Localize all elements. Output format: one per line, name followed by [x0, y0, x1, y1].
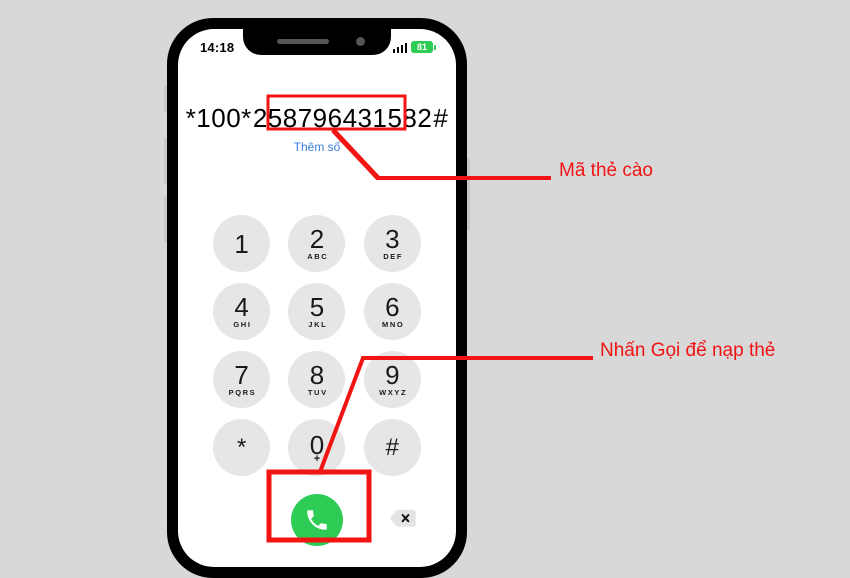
keypad-key-8[interactable]: 8 TUV	[288, 351, 346, 408]
add-number-link[interactable]: Thêm số	[178, 140, 456, 154]
cellular-signal-icon	[392, 42, 407, 53]
call-action-row	[178, 484, 456, 554]
call-button[interactable]	[291, 494, 343, 546]
phone-device-frame: 14:18 81 *100*258796431582# Thêm số 1 2 …	[164, 18, 470, 578]
key-digit: 9	[385, 360, 400, 390]
key-letters: GHI	[233, 320, 252, 329]
status-time: 14:18	[200, 39, 235, 55]
key-digit: 3	[385, 224, 400, 254]
key-digit: #	[385, 433, 399, 461]
battery-icon: 81	[411, 41, 436, 53]
key-letters: WXYZ	[379, 388, 408, 397]
key-digit: *	[236, 433, 247, 461]
backspace-button[interactable]	[390, 508, 416, 528]
keypad-key-3[interactable]: 3 DEF	[363, 215, 421, 272]
key-digit: 7	[234, 360, 249, 390]
dial-keypad: 1 2 ABC 3 DEF 4 GHI 5 JKL 6 MNO 7 PQRS 8…	[204, 215, 430, 476]
dialed-number[interactable]: *100*258796431582#	[186, 103, 449, 134]
silent-switch[interactable]	[164, 86, 167, 112]
annotation-label-card-code: Mã thẻ cào	[559, 160, 653, 181]
battery-cap	[434, 44, 436, 50]
status-bar: 14:18 81	[178, 29, 456, 59]
status-indicators: 81	[392, 41, 436, 53]
phone-handset-icon	[307, 510, 327, 530]
volume-up-button[interactable]	[164, 138, 167, 184]
dial-suffix: #	[433, 103, 449, 133]
battery-level-label: 81	[411, 41, 433, 53]
key-digit: 5	[309, 292, 325, 322]
keypad-key-1[interactable]: 1	[213, 215, 271, 272]
key-letters: DEF	[383, 252, 404, 261]
keypad-key-hash[interactable]: #	[363, 419, 421, 476]
keypad-key-6[interactable]: 6 MNO	[363, 283, 421, 340]
key-digit: 6	[385, 292, 400, 322]
annotation-label-call-action: Nhấn Gọi để nạp thẻ	[600, 340, 776, 361]
key-letters: MNO	[381, 320, 405, 329]
key-digit: 2	[309, 224, 325, 254]
key-letters: PQRS	[228, 388, 257, 397]
keypad-key-0[interactable]: 0 +	[288, 419, 346, 476]
key-digit: 8	[309, 360, 325, 390]
keypad-key-9[interactable]: 9 WXYZ	[363, 351, 421, 408]
keypad-key-7[interactable]: 7 PQRS	[213, 351, 271, 408]
phone-screen: 14:18 81 *100*258796431582# Thêm số 1 2 …	[178, 29, 456, 567]
key-letters: JKL	[308, 320, 328, 329]
key-digit: 1	[234, 228, 249, 259]
dial-prefix: *100*	[185, 103, 252, 133]
key-letters: ABC	[307, 252, 329, 261]
backspace-delete-icon	[390, 509, 416, 527]
keypad-key-2[interactable]: 2 ABC	[288, 215, 346, 272]
key-letters: TUV	[307, 388, 328, 397]
dial-card-code: 258796431582	[252, 103, 433, 133]
keypad-key-4[interactable]: 4 GHI	[213, 283, 271, 340]
key-digit: 4	[234, 292, 249, 322]
power-button[interactable]	[467, 158, 470, 230]
volume-down-button[interactable]	[164, 196, 167, 242]
keypad-key-star[interactable]: *	[213, 419, 271, 476]
key-letters: +	[313, 452, 321, 465]
dial-display-area: *100*258796431582# Thêm số	[178, 103, 456, 154]
keypad-key-5[interactable]: 5 JKL	[288, 283, 346, 340]
